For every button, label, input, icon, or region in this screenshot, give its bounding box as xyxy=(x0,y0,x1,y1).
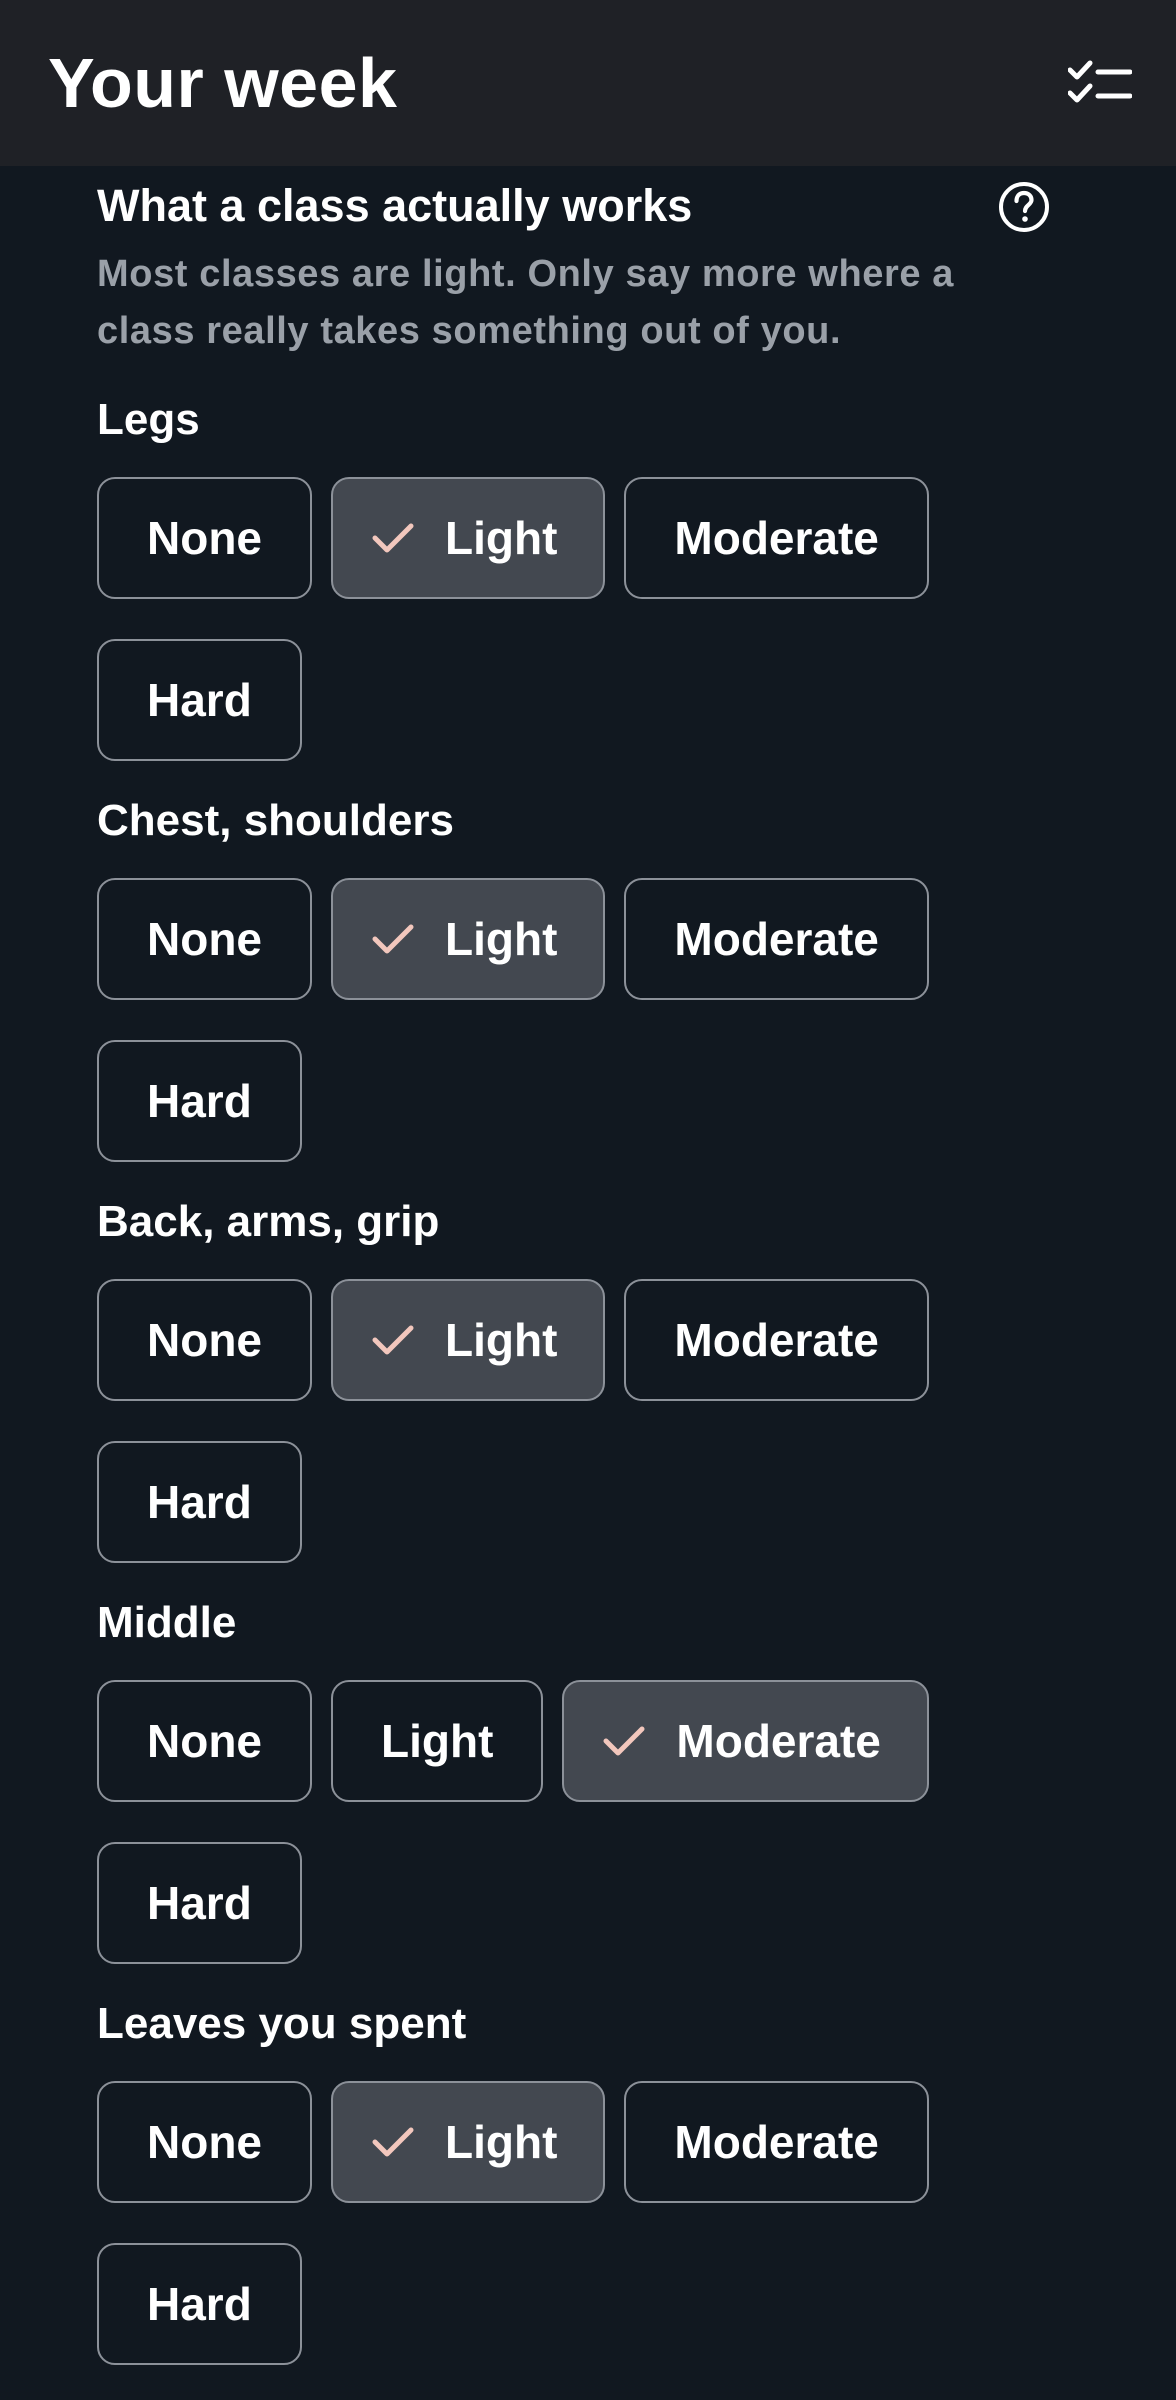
effort-chip-hard[interactable]: Hard xyxy=(97,1441,302,1563)
effort-group: Middle None Light Moderate Hard xyxy=(97,1593,1079,1964)
chip-label: None xyxy=(147,512,262,564)
chip-label: Moderate xyxy=(676,1715,881,1767)
check-icon xyxy=(372,1325,414,1355)
help-button[interactable] xyxy=(991,174,1057,240)
effort-chip-row: None Light Moderate Hard xyxy=(97,477,997,761)
chip-label: None xyxy=(147,1715,262,1767)
chip-label: Light xyxy=(445,1314,558,1366)
chip-label: Hard xyxy=(147,2278,252,2330)
chip-label: None xyxy=(147,2116,262,2168)
checklist-button[interactable] xyxy=(1060,52,1140,116)
effort-chip-none[interactable]: None xyxy=(97,1680,312,1802)
chip-label: Moderate xyxy=(674,2116,879,2168)
chip-label: None xyxy=(147,913,262,965)
effort-group: Back, arms, grip None Light Moderate Hard xyxy=(97,1192,1079,1563)
effort-groups: Legs None Light Moderate Hard Chest, shoulder… xyxy=(97,390,1079,2365)
effort-chip-none[interactable]: None xyxy=(97,2081,312,2203)
group-label: Back, arms, grip xyxy=(97,1197,440,1246)
group-label: Chest, shoulders xyxy=(97,796,454,845)
effort-chip-light[interactable]: Light xyxy=(331,2081,606,2203)
effort-chip-hard[interactable]: Hard xyxy=(97,1040,302,1162)
effort-chip-row: None Light Moderate Hard xyxy=(97,878,997,1162)
effort-chip-moderate[interactable]: Moderate xyxy=(624,477,929,599)
chip-label: Light xyxy=(445,913,558,965)
effort-group: Legs None Light Moderate Hard xyxy=(97,390,1079,761)
check-icon xyxy=(372,924,414,954)
section-header: What a class actually works xyxy=(97,166,1079,238)
effort-chip-none[interactable]: None xyxy=(97,477,312,599)
chip-label: Moderate xyxy=(674,512,879,564)
chip-label: Moderate xyxy=(674,913,879,965)
effort-chip-row: None Light Moderate Hard xyxy=(97,1680,997,1964)
app-bar: Your week xyxy=(0,0,1176,166)
help-circle-icon xyxy=(999,182,1049,232)
effort-chip-light[interactable]: Light xyxy=(331,1279,606,1401)
check-icon xyxy=(372,523,414,553)
effort-group: Chest, shoulders None Light Moderate Hard xyxy=(97,791,1079,1162)
class-effort-section: What a class actually works Most classes… xyxy=(97,166,1079,2365)
chip-label: None xyxy=(147,1314,262,1366)
effort-chip-hard[interactable]: Hard xyxy=(97,1842,302,1964)
effort-chip-moderate[interactable]: Moderate xyxy=(562,1680,929,1802)
effort-chip-light[interactable]: Light xyxy=(331,1680,544,1802)
chip-label: Hard xyxy=(147,1877,252,1929)
effort-group: Leaves you spent None Light Moderate Hard xyxy=(97,1994,1079,2365)
checklist-icon xyxy=(1068,60,1132,103)
chip-label: Light xyxy=(381,1715,494,1767)
chip-label: Hard xyxy=(147,674,252,726)
effort-chip-row: None Light Moderate Hard xyxy=(97,2081,997,2365)
effort-chip-light[interactable]: Light xyxy=(331,878,606,1000)
chip-label: Light xyxy=(445,512,558,564)
section-title: What a class actually works xyxy=(97,180,693,231)
effort-chip-hard[interactable]: Hard xyxy=(97,639,302,761)
section-description: Most classes are light. Only say more wh… xyxy=(97,253,955,352)
effort-chip-light[interactable]: Light xyxy=(331,477,606,599)
group-label: Middle xyxy=(97,1598,237,1647)
check-icon xyxy=(372,2127,414,2157)
effort-chip-moderate[interactable]: Moderate xyxy=(624,2081,929,2203)
chip-label: Light xyxy=(445,2116,558,2168)
group-label: Leaves you spent xyxy=(97,1999,467,2048)
effort-chip-moderate[interactable]: Moderate xyxy=(624,1279,929,1401)
chip-label: Moderate xyxy=(674,1314,879,1366)
effort-chip-moderate[interactable]: Moderate xyxy=(624,878,929,1000)
effort-chip-none[interactable]: None xyxy=(97,878,312,1000)
page-title: Your week xyxy=(48,44,398,122)
effort-chip-hard[interactable]: Hard xyxy=(97,2243,302,2365)
effort-chip-none[interactable]: None xyxy=(97,1279,312,1401)
effort-chip-row: None Light Moderate Hard xyxy=(97,1279,997,1563)
chip-label: Hard xyxy=(147,1075,252,1127)
chip-label: Hard xyxy=(147,1476,252,1528)
group-label: Legs xyxy=(97,395,200,444)
check-icon xyxy=(603,1726,645,1756)
